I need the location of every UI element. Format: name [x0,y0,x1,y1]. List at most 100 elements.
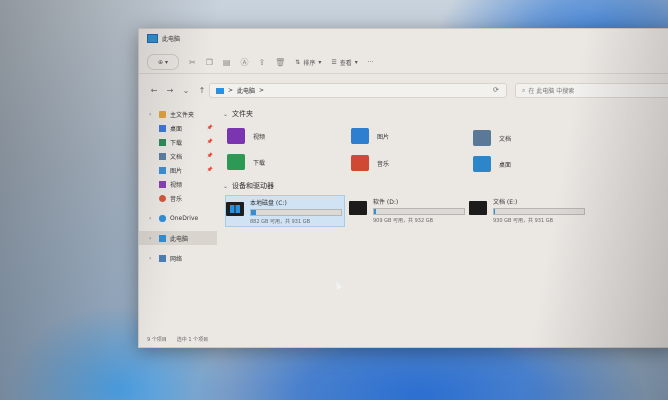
sidebar-label: 网络 [170,255,183,263]
chevron-down-icon: ▾ [165,58,169,66]
recent-chevron-icon[interactable]: ⌄ [179,86,193,95]
sidebar-label: 此电脑 [170,235,189,243]
drive-free-space: 909 GB 可用，共 932 GB [373,218,434,224]
drive-name: 软件 (D:) [373,199,399,206]
navigation-pane: › 主文件夹 桌面 📌 下载 📌 文档 📌 图片 📌 视频 音乐 › OneDr… [139,107,217,333]
folder-item-documents[interactable]: 文档 [473,127,511,149]
chevron-right-icon: › [149,234,152,242]
desktop-icon [159,124,166,132]
forward-arrow-icon[interactable]: → [163,86,177,95]
back-arrow-icon[interactable]: ← [147,86,161,95]
drive-icon [469,201,487,215]
folder-label: 音乐 [377,160,390,168]
folders-section-header[interactable]: ⌄ 文件夹 [223,109,253,119]
folder-item-pictures[interactable]: 图片 [351,125,389,147]
view-icon: ☰ [331,58,337,66]
sidebar-label: OneDrive [170,214,199,222]
sidebar-label: 文档 [170,153,183,161]
drive-usage-fill [251,210,256,215]
chevron-right-icon: › [149,254,152,262]
paste-icon: ▤ [222,57,231,67]
section-title: 设备和驱动器 [232,182,275,190]
folder-item-desktop[interactable]: 桌面 [473,153,511,175]
address-separator: > [228,87,234,94]
sidebar-item-downloads[interactable]: 下载 📌 [139,135,217,149]
drive-usage-bar [493,208,585,215]
chevron-down-icon: ▾ [354,58,358,66]
drive-usage-bar [373,208,465,215]
refresh-icon[interactable]: ⟳ [493,86,499,94]
window-title: 此电脑 [162,35,181,43]
item-count: 9 个项目 [147,337,167,343]
content-pane: ⌄ 文件夹 视频 图片 文档 下载 音乐 桌面 ⌄ 设备和驱动器 本地磁盘 (C… [219,107,668,333]
sidebar-label: 桌面 [170,125,183,133]
new-button[interactable]: ⊕ ▾ [147,54,179,70]
sidebar-item-pictures[interactable]: 图片 📌 [139,163,217,177]
command-bar: ⊕ ▾ ✂ ❐ ▤ Ⓐ ⇪ 🗑 ⇅ 排序 ▾ ☰ 查看 ▾ ··· [139,51,668,74]
documents-folder-icon [473,130,491,146]
sidebar-item-documents[interactable]: 文档 📌 [139,149,217,163]
sidebar-label: 下载 [170,139,183,147]
rename-button[interactable]: Ⓐ [240,55,248,69]
rename-icon: Ⓐ [240,57,249,67]
sidebar-item-this-pc[interactable]: › 此电脑 [139,231,217,245]
delete-button[interactable]: 🗑 [275,55,285,69]
paste-button[interactable]: ▤ [223,55,231,69]
trash-icon: 🗑 [275,57,286,67]
network-icon [159,254,166,262]
this-pc-icon [159,234,166,242]
music-icon [159,194,166,202]
selection-count: 选中 1 个项目 [176,337,209,343]
sidebar-label: 图片 [170,167,183,175]
drive-usage-fill [494,209,495,214]
this-pc-icon [147,33,158,43]
sidebar-item-videos[interactable]: 视频 [139,177,217,191]
sidebar-item-network[interactable]: › 网络 [139,251,217,265]
search-box[interactable]: ⌕ 在 此电脑 中搜索 [515,83,668,98]
up-arrow-icon[interactable]: ↑ [195,86,209,95]
video-folder-icon [227,128,245,144]
chevron-down-icon: ⌄ [223,110,229,118]
download-icon [159,138,166,146]
folder-item-videos[interactable]: 视频 [227,125,265,147]
music-folder-icon [351,155,369,171]
sidebar-label: 音乐 [170,195,183,203]
folder-item-music[interactable]: 音乐 [351,152,389,174]
sidebar-item-music[interactable]: 音乐 [139,191,217,205]
folder-item-downloads[interactable]: 下载 [227,151,265,173]
drive-usage-fill [374,209,376,214]
more-button[interactable]: ··· [368,55,374,69]
plus-icon: ⊕ [157,58,163,66]
drive-icon [349,201,367,215]
share-icon: ⇪ [258,57,266,67]
sidebar-item-desktop[interactable]: 桌面 📌 [139,121,217,135]
address-separator: > [259,87,265,94]
drive-item-d[interactable]: 软件 (D:) 909 GB 可用，共 932 GB [349,195,467,225]
sidebar-label: 主文件夹 [170,111,195,119]
sort-label: 排序 [303,59,316,67]
drive-item-c[interactable]: 本地磁盘 (C:) 882 GB 可用，共 931 GB [225,195,345,227]
sidebar-item-onedrive[interactable]: › OneDrive [139,211,217,225]
sort-button[interactable]: ⇅ 排序 ▾ [295,55,321,69]
view-label: 查看 [339,59,352,67]
drive-item-e[interactable]: 文档 (E:) 930 GB 可用，共 931 GB [469,195,587,225]
drives-section-header[interactable]: ⌄ 设备和驱动器 [223,181,274,191]
drive-name: 本地磁盘 (C:) [250,200,287,207]
view-button[interactable]: ☰ 查看 ▾ [331,55,357,69]
picture-icon [159,166,166,174]
address-bar[interactable]: > 此电脑 > [209,83,507,98]
windows-drive-icon [226,202,244,216]
this-pc-icon [216,87,224,94]
sort-icon: ⇅ [295,58,301,66]
share-button[interactable]: ⇪ [258,55,265,69]
file-explorer-window: 此电脑 ⊕ ▾ ✂ ❐ ▤ Ⓐ ⇪ 🗑 ⇅ 排序 ▾ ☰ 查看 ▾ ··· ← … [138,28,668,348]
copy-button[interactable]: ❐ [206,55,213,69]
cut-button[interactable]: ✂ [189,55,196,69]
scissors-icon: ✂ [189,57,196,67]
folder-label: 图片 [377,133,390,141]
sidebar-item-home[interactable]: › 主文件夹 [139,107,217,121]
chevron-right-icon: › [149,214,152,222]
home-icon [159,110,166,118]
pin-icon: 📌 [206,167,213,173]
address-path: 此电脑 [237,88,256,95]
